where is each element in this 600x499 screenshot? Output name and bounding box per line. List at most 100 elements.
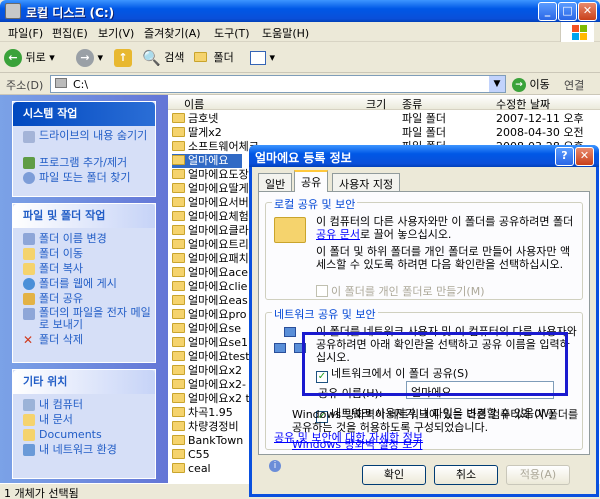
row-name: 차량경정비 bbox=[188, 420, 239, 433]
row-name: 얼마에요clie bbox=[188, 280, 248, 293]
row-name: 얼마에요클라 bbox=[188, 224, 249, 237]
row-date: 2007-12-11 오후 bbox=[496, 112, 584, 125]
documents-link[interactable]: Documents bbox=[13, 428, 155, 443]
row-name: C55 bbox=[188, 448, 210, 461]
system-tasks-header[interactable]: 시스템 작업 bbox=[13, 102, 155, 126]
copy-folder-link[interactable]: 폴더 복사 bbox=[13, 262, 155, 277]
column-size[interactable]: 크기 bbox=[366, 96, 386, 112]
my-documents-link[interactable]: 내 문서 bbox=[13, 413, 155, 428]
row-name: 얼마에요ace bbox=[188, 266, 249, 279]
folder-icon bbox=[172, 211, 185, 221]
network-places-link[interactable]: 내 네트워크 환경 bbox=[13, 443, 155, 458]
highlight-box bbox=[302, 332, 568, 396]
forward-button[interactable]: → ▾ bbox=[76, 47, 103, 69]
row-name: BankTown bbox=[188, 434, 244, 447]
address-dropdown-icon[interactable]: ▼ bbox=[489, 76, 505, 92]
share-icon bbox=[23, 293, 35, 305]
menu-tools[interactable]: 도구(T) bbox=[214, 25, 250, 41]
folders-button[interactable]: 폴더 bbox=[194, 47, 234, 69]
add-remove-programs-link[interactable]: 프로그램 추가/제거 bbox=[13, 156, 155, 171]
folder-icon bbox=[172, 113, 185, 123]
hide-drive-contents-link[interactable]: 드라이브의 내용 숨기기 bbox=[13, 130, 155, 156]
row-name: 얼마에요eas bbox=[188, 294, 248, 307]
views-icon bbox=[250, 51, 266, 65]
row-type: 파일 폴더 bbox=[402, 126, 446, 139]
local-sharing-group: 로컬 공유 및 보안 이 컴퓨터의 다른 사용자와만 이 폴더를 공유하려면 폴… bbox=[265, 196, 583, 300]
task-pane: 시스템 작업 드라이브의 내용 숨기기 프로그램 추가/제거 파일 또는 폴더 … bbox=[0, 95, 168, 483]
row-name: 얼마에요도장 bbox=[188, 168, 249, 181]
programs-icon bbox=[23, 157, 35, 169]
delete-folder-link[interactable]: ✕ 폴더 삭제 bbox=[13, 333, 155, 348]
minimize-button[interactable]: _ bbox=[538, 2, 557, 21]
menu-view[interactable]: 보기(V) bbox=[98, 25, 134, 41]
apply-button[interactable]: 적용(A) bbox=[506, 465, 570, 485]
dialog-close-button[interactable]: ✕ bbox=[575, 147, 594, 166]
address-input[interactable]: C:\ ▼ bbox=[50, 75, 506, 93]
menu-edit[interactable]: 편집(E) bbox=[52, 25, 88, 41]
shared-documents-link[interactable]: 공유 문서 bbox=[316, 228, 360, 241]
window-title: 로컬 디스크 (C:) bbox=[26, 6, 115, 20]
back-button[interactable]: ← 뒤로 ▾ bbox=[4, 47, 55, 69]
address-label: 주소(D) bbox=[6, 79, 44, 92]
row-name: 얼마에요패치 bbox=[188, 252, 249, 265]
row-name: 얼마에요 bbox=[188, 154, 229, 167]
row-name: 얼마에요체험 bbox=[188, 210, 249, 223]
folder-icon bbox=[172, 379, 185, 389]
folder-up-icon: ↑ bbox=[114, 49, 132, 67]
column-type[interactable]: 종류 bbox=[402, 96, 422, 112]
column-modified[interactable]: 수정한 날짜 bbox=[496, 96, 550, 112]
ok-button[interactable]: 확인 bbox=[362, 465, 426, 485]
go-arrow-icon: → bbox=[512, 78, 526, 92]
menu-file[interactable]: 파일(F) bbox=[8, 25, 43, 41]
row-name: 얼마에요test bbox=[188, 350, 250, 363]
row-name: 얼마에요se1 bbox=[188, 336, 248, 349]
folder-icon bbox=[172, 351, 185, 361]
publish-folder-link[interactable]: 폴더를 웹에 게시 bbox=[13, 277, 155, 292]
folder-icon bbox=[172, 197, 185, 207]
drive-icon bbox=[55, 78, 67, 88]
folder-icon bbox=[172, 309, 185, 319]
other-places-header[interactable]: 기타 위치 bbox=[13, 370, 155, 394]
firewall-settings-link[interactable]: Windows 방화벽 설정 보기 bbox=[292, 436, 422, 452]
tab-general[interactable]: 일반 bbox=[258, 173, 293, 191]
dialog-title-bar[interactable]: 얼마에요 등록 정보 ? ✕ bbox=[249, 145, 599, 167]
row-name: 얼마에요pro bbox=[188, 308, 247, 321]
folder-icon bbox=[172, 267, 185, 277]
network-sharing-label: 네트워크 공유 및 보안 bbox=[272, 306, 378, 322]
tab-sharing[interactable]: 공유 bbox=[294, 170, 329, 192]
move-folder-link[interactable]: 폴더 이동 bbox=[13, 247, 155, 262]
my-computer-link[interactable]: 내 컴퓨터 bbox=[13, 398, 155, 413]
column-name[interactable]: 이름 bbox=[184, 96, 204, 112]
email-folder-link[interactable]: 폴더의 파일을 전자 메일로 보내기 bbox=[13, 307, 155, 333]
tab-customize[interactable]: 사용자 지정 bbox=[332, 173, 401, 191]
search-button[interactable]: 🔍 검색 bbox=[142, 47, 184, 69]
menu-favorites[interactable]: 즐겨찾기(A) bbox=[144, 25, 201, 41]
find-files-link[interactable]: 파일 또는 폴더 찾기 bbox=[13, 171, 155, 186]
checkbox-unchecked-icon bbox=[316, 285, 328, 297]
delete-icon: ✕ bbox=[23, 333, 34, 347]
row-name: 얼마에요se bbox=[188, 322, 241, 335]
private-folder-checkbox[interactable]: 이 폴더를 개인 폴더로 만들기(M) bbox=[316, 283, 485, 299]
other-places-panel: 기타 위치 내 컴퓨터 내 문서 Documents 내 네트워크 환경 bbox=[12, 369, 156, 479]
search-icon bbox=[23, 172, 35, 184]
cancel-button[interactable]: 취소 bbox=[434, 465, 498, 485]
links-label[interactable]: 연결 bbox=[564, 77, 584, 93]
file-folder-tasks-header[interactable]: 파일 및 폴더 작업 bbox=[13, 204, 155, 228]
close-button[interactable]: ✕ bbox=[578, 2, 597, 21]
drive-icon bbox=[5, 3, 21, 19]
folder-icon bbox=[172, 127, 185, 137]
maximize-button[interactable]: □ bbox=[558, 2, 577, 21]
menu-help[interactable]: 도움말(H) bbox=[262, 25, 309, 41]
column-headers: 이름 크기 종류 수정한 날짜 bbox=[168, 95, 600, 112]
go-button[interactable]: → 이동 bbox=[512, 76, 550, 92]
title-bar[interactable]: 로컬 디스크 (C:) _ □ ✕ bbox=[0, 0, 600, 22]
move-icon bbox=[23, 248, 35, 260]
share-folder-link[interactable]: 폴더 공유 bbox=[13, 292, 155, 307]
rename-folder-link[interactable]: 폴더 이름 변경 bbox=[13, 232, 155, 247]
folder-icon bbox=[172, 449, 185, 459]
help-button[interactable]: ? bbox=[555, 147, 574, 166]
folder-icon bbox=[172, 155, 185, 165]
up-button[interactable]: ↑ bbox=[114, 47, 132, 69]
views-button[interactable]: ▾ bbox=[250, 47, 275, 69]
table-row[interactable]: 얼마에요 bbox=[172, 154, 242, 168]
